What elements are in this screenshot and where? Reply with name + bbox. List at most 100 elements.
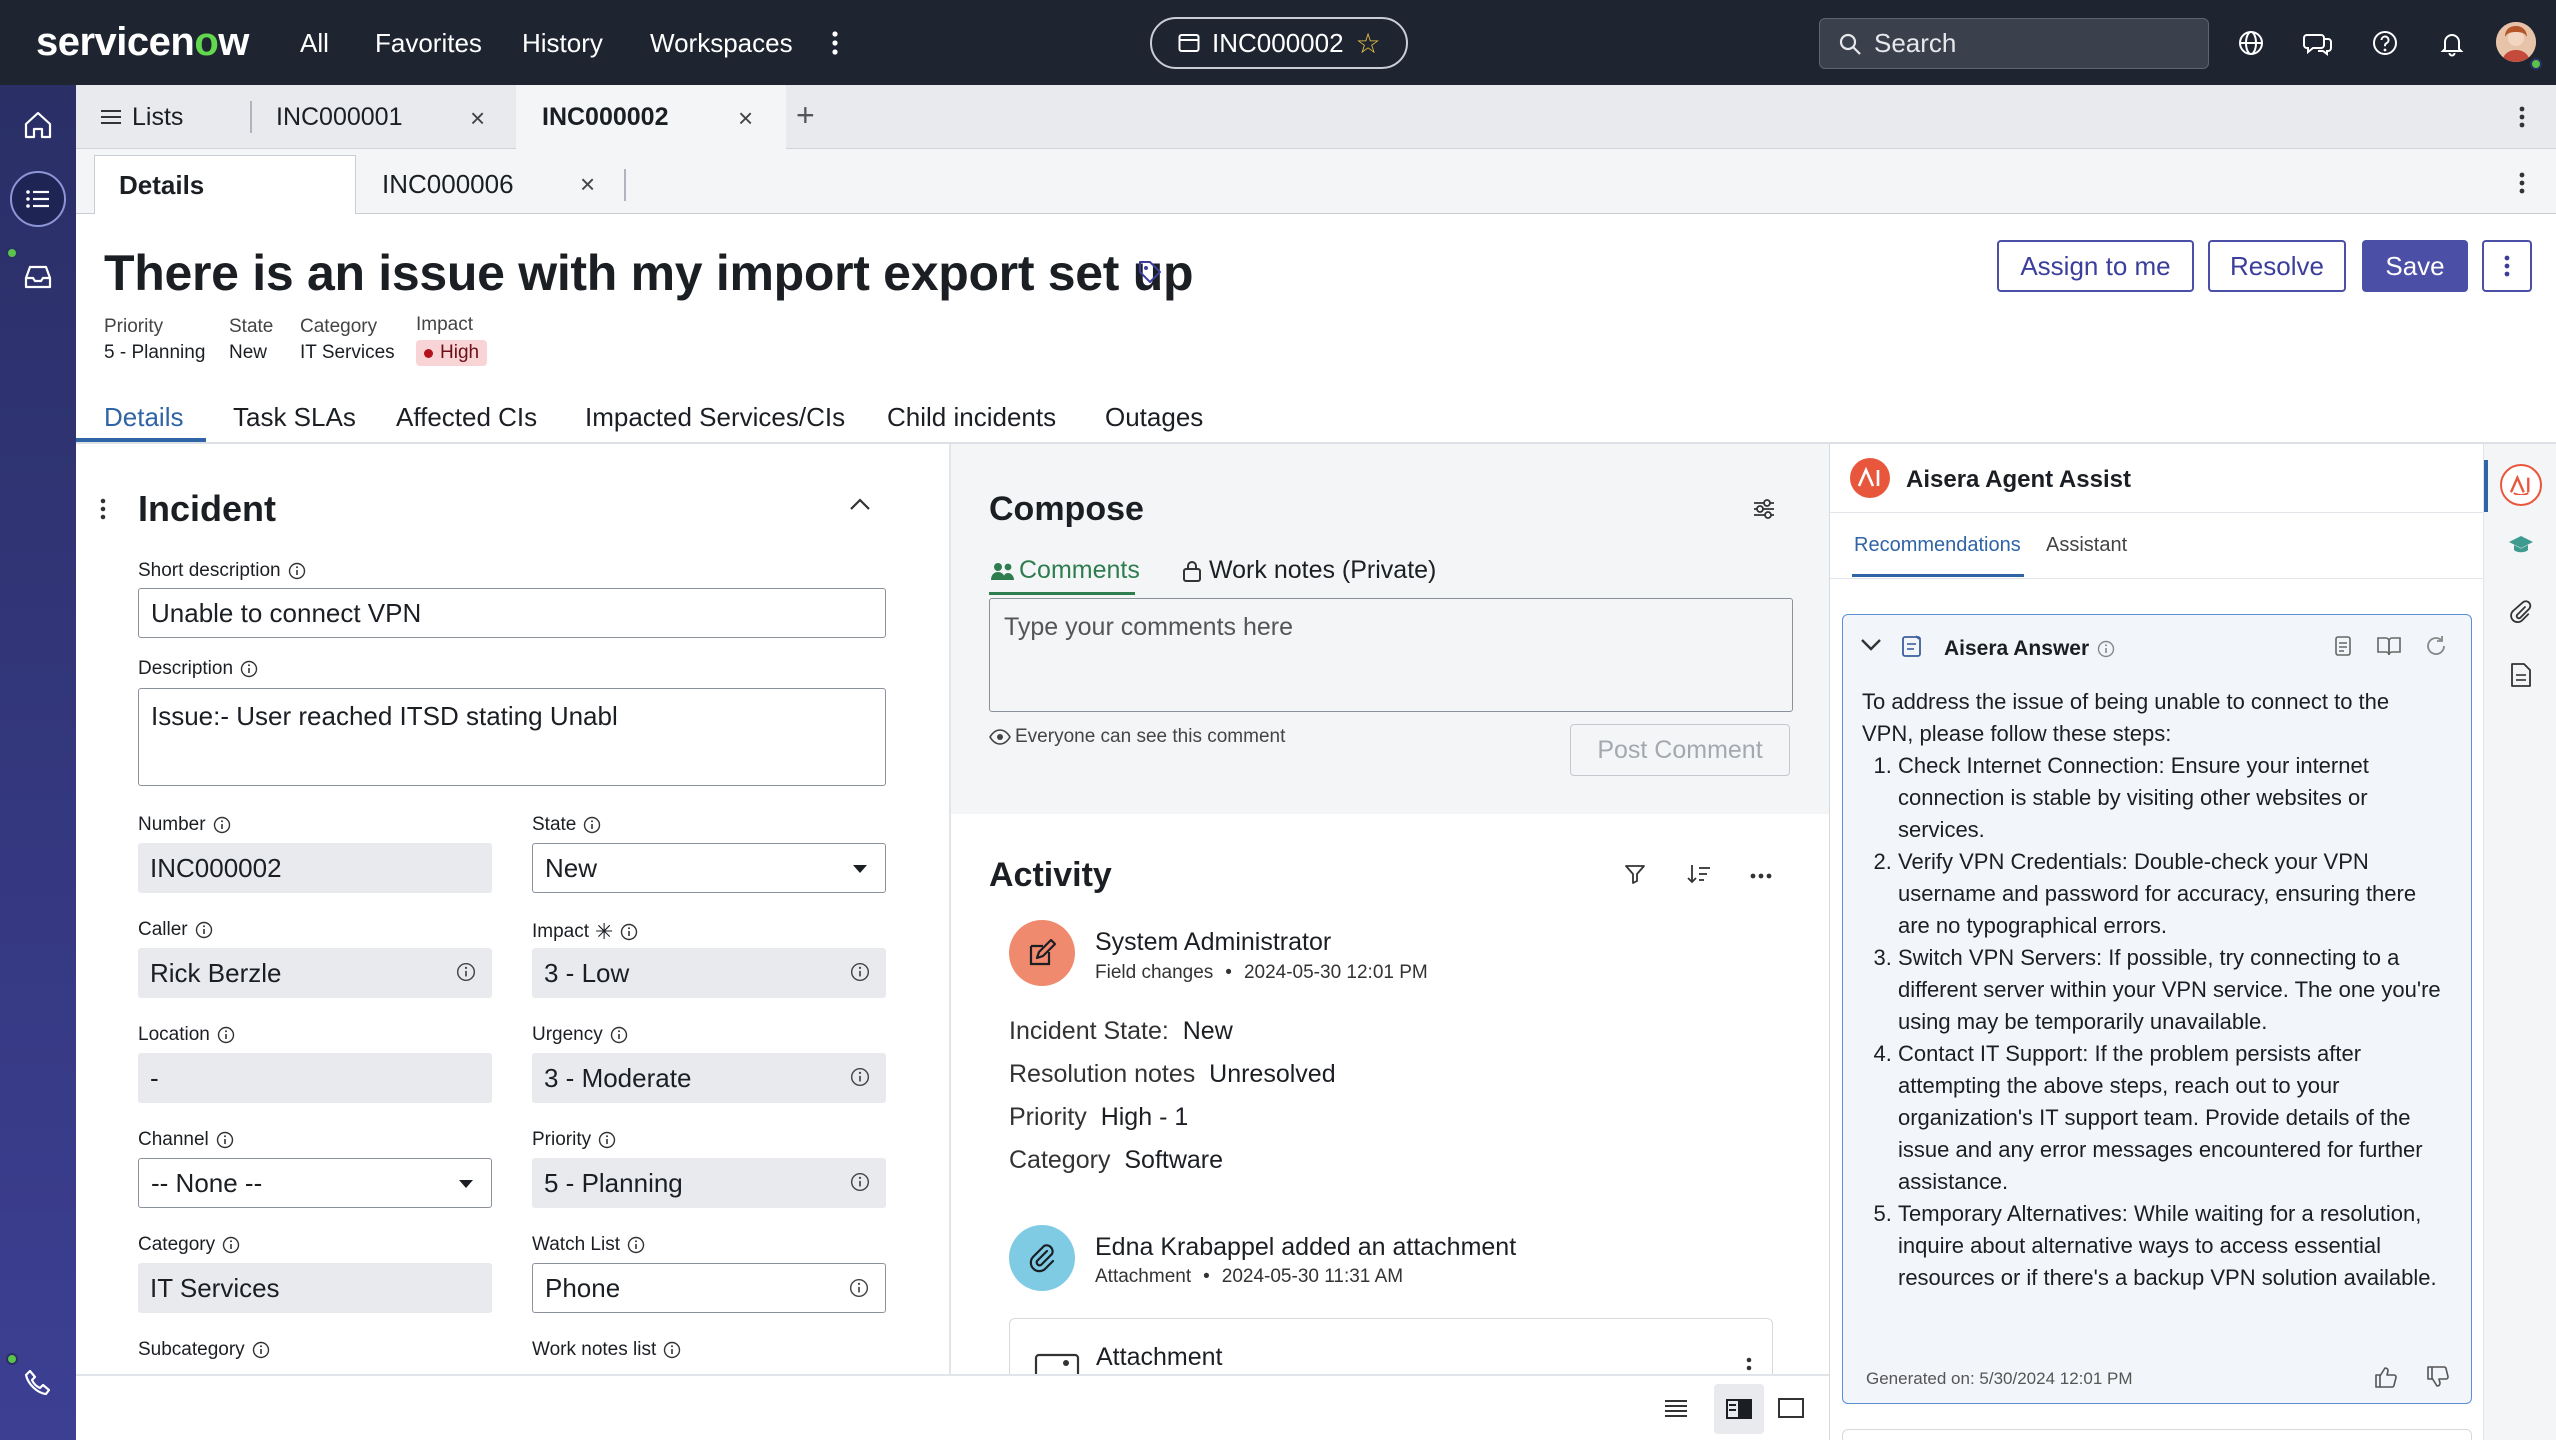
compose-settings-sliders-icon[interactable] — [1751, 496, 1777, 522]
form-tab-affected-cis[interactable]: Affected CIs — [396, 402, 537, 433]
nav-history[interactable]: History — [522, 28, 603, 59]
aisera-logo-icon — [1850, 458, 1890, 498]
form-tab-impacted-services[interactable]: Impacted Services/CIs — [585, 402, 845, 433]
close-tab-inc000002-icon[interactable]: × — [738, 103, 753, 134]
nav-workspaces[interactable]: Workspaces — [650, 28, 793, 59]
document-icon[interactable] — [2510, 662, 2532, 688]
answer-document-icon — [1900, 634, 1924, 658]
info-icon — [240, 660, 258, 678]
impact-field[interactable]: 3 - Low — [532, 948, 886, 998]
info-icon[interactable] — [850, 962, 870, 982]
nav-favorites[interactable]: Favorites — [375, 28, 482, 59]
caller-field[interactable]: Rick Berzle — [138, 948, 492, 998]
home-button[interactable] — [10, 97, 66, 153]
post-comment-button[interactable]: Post Comment — [1570, 724, 1790, 776]
meta-impact-label: Impact — [416, 314, 474, 335]
filter-icon[interactable] — [1623, 862, 1647, 886]
work-notes-tab[interactable]: Work notes (Private) — [1181, 556, 1436, 585]
collapse-chevron-up-icon[interactable] — [848, 496, 872, 512]
current-record-pill[interactable]: INC000002 ☆ — [1150, 17, 1408, 69]
paperclip-icon — [1029, 1244, 1055, 1273]
attachment-more-icon[interactable] — [1744, 1355, 1754, 1375]
location-field[interactable]: - — [138, 1053, 492, 1103]
urgency-field[interactable]: 3 - Moderate — [532, 1053, 886, 1103]
favorite-star-icon[interactable]: ☆ — [1356, 27, 1381, 60]
info-icon[interactable] — [849, 1278, 869, 1298]
chat-icon[interactable] — [2301, 26, 2335, 60]
activity-more-icon[interactable] — [1749, 872, 1773, 880]
attachment-card[interactable]: Attachment — [1009, 1318, 1773, 1375]
priority-label: Priority — [532, 1129, 616, 1151]
phone-button[interactable] — [10, 1355, 66, 1411]
description-textarea[interactable]: Issue:- User reached ITSD stating Unabl — [138, 688, 886, 786]
header-more-button[interactable] — [2482, 240, 2532, 292]
servicenow-logo[interactable]: servicenow — [36, 20, 249, 65]
section-more-icon[interactable] — [98, 496, 108, 522]
new-tab-plus-icon[interactable]: + — [796, 97, 815, 134]
info-icon[interactable] — [456, 962, 476, 982]
lock-icon — [1183, 560, 1201, 582]
form-tab-outages[interactable]: Outages — [1105, 402, 1203, 433]
collapse-chevron-down-icon[interactable] — [1860, 638, 1882, 652]
open-book-icon[interactable] — [2376, 634, 2402, 658]
assign-to-me-button[interactable]: Assign to me — [1997, 240, 2194, 292]
info-icon[interactable] — [2097, 640, 2115, 658]
subcategory-label: Subcategory — [138, 1339, 270, 1361]
comments-tab[interactable]: Comments — [989, 556, 1140, 585]
thumbs-down-icon[interactable] — [2426, 1366, 2450, 1388]
info-icon[interactable] — [850, 1067, 870, 1087]
refresh-icon[interactable] — [2424, 634, 2448, 658]
watch-list-field[interactable]: Phone — [532, 1263, 886, 1313]
layout-single-icon[interactable] — [1778, 1398, 1804, 1418]
category-field[interactable]: IT Services — [138, 1263, 492, 1313]
global-search-input[interactable]: Search — [1819, 18, 2209, 69]
short-description-input[interactable]: Unable to connect VPN — [138, 588, 886, 638]
priority-field[interactable]: 5 - Planning — [532, 1158, 886, 1208]
subtab-bar-more-icon[interactable] — [2512, 165, 2532, 201]
tab-assistant[interactable]: Assistant — [2046, 534, 2127, 557]
form-tab-task-slas[interactable]: Task SLAs — [233, 402, 356, 433]
thumbs-up-icon[interactable] — [2374, 1366, 2398, 1388]
tag-icon[interactable] — [1136, 258, 1164, 286]
location-label: Location — [138, 1024, 235, 1046]
image-icon — [1034, 1353, 1080, 1375]
layout-list-icon[interactable] — [1664, 1398, 1688, 1418]
notifications-bell-icon[interactable] — [2435, 26, 2469, 60]
resolve-button[interactable]: Resolve — [2208, 240, 2346, 292]
subtab-inc000006-label: INC000006 — [382, 169, 514, 199]
form-tab-child-incidents[interactable]: Child incidents — [887, 402, 1056, 433]
tab-bar-more-icon[interactable] — [2512, 99, 2532, 135]
tab-inc000001-label: INC000001 — [276, 102, 403, 131]
channel-select[interactable]: -- None -- — [138, 1158, 492, 1208]
info-icon[interactable] — [850, 1172, 870, 1192]
state-select[interactable]: New — [532, 843, 886, 893]
inbox-button[interactable] — [10, 249, 66, 305]
current-record-label: INC000002 — [1212, 27, 1344, 58]
close-subtab-inc000006-icon[interactable]: × — [580, 169, 595, 200]
tab-lists-label: Lists — [132, 102, 184, 131]
aisera-rail-button[interactable] — [2500, 464, 2542, 506]
layout-split-button[interactable] — [1714, 1384, 1764, 1434]
tab-recommendations[interactable]: Recommendations — [1854, 534, 2021, 557]
copy-answer-icon[interactable] — [2332, 634, 2354, 658]
graduation-cap-icon[interactable] — [2508, 534, 2534, 556]
help-icon[interactable] — [2368, 26, 2402, 60]
save-button[interactable]: Save — [2362, 240, 2468, 292]
sort-icon[interactable] — [1686, 862, 1712, 886]
user-avatar[interactable] — [2496, 22, 2536, 62]
form-tab-details[interactable]: Details — [104, 402, 183, 433]
subtab-details[interactable]: Details — [94, 155, 356, 214]
nav-all[interactable]: All — [300, 28, 329, 59]
lists-button[interactable] — [10, 171, 66, 227]
layout-split-icon — [1726, 1399, 1752, 1419]
more-menu-icon[interactable] — [825, 26, 845, 60]
close-tab-inc000001-icon[interactable]: × — [470, 103, 485, 134]
top-navigation-bar: servicenow All Favorites History Workspa… — [0, 0, 2556, 85]
info-icon — [217, 1026, 235, 1044]
globe-icon[interactable] — [2234, 26, 2268, 60]
comment-textarea[interactable]: Type your comments here — [989, 598, 1793, 712]
subtab-inc000006[interactable]: INC000006 — [356, 155, 596, 214]
field-change-row: Category Software — [1009, 1146, 1224, 1174]
meta-category-label: Category — [300, 316, 378, 337]
attachments-paperclip-icon[interactable] — [2508, 600, 2534, 626]
